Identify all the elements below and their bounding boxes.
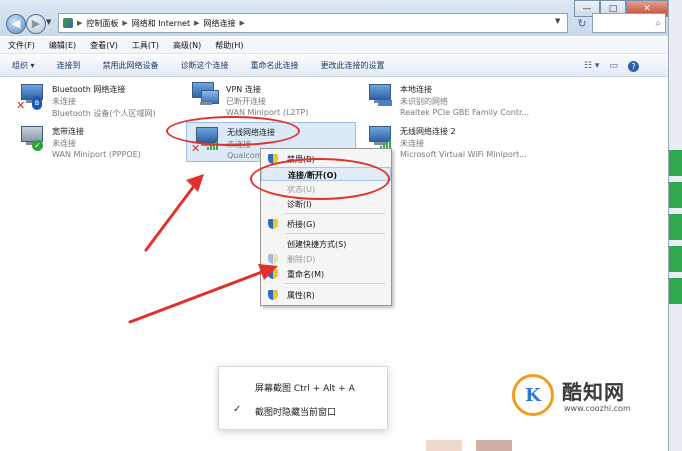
side-strip — [669, 150, 682, 350]
watermark-name: 酷知网 — [562, 380, 625, 404]
taskbar-fragment — [420, 438, 540, 451]
screenshot-popup: 屏幕截图 Ctrl + Alt + A ✓ 截图时隐藏当前窗口 — [218, 366, 388, 430]
checkmark-icon: ✓ — [233, 404, 242, 415]
screenshot-shortcut-option[interactable]: 屏幕截图 Ctrl + Alt + A — [255, 381, 355, 394]
watermark-logo: K — [512, 374, 554, 416]
hide-window-option[interactable]: 截图时隐藏当前窗口 — [255, 405, 336, 418]
watermark-url: www.coozhi.com — [564, 404, 631, 413]
annotation-arrow-right — [128, 264, 278, 324]
annotation-arrow-up — [144, 174, 204, 252]
watermark: K 酷知网 www.coozhi.com — [512, 370, 652, 430]
